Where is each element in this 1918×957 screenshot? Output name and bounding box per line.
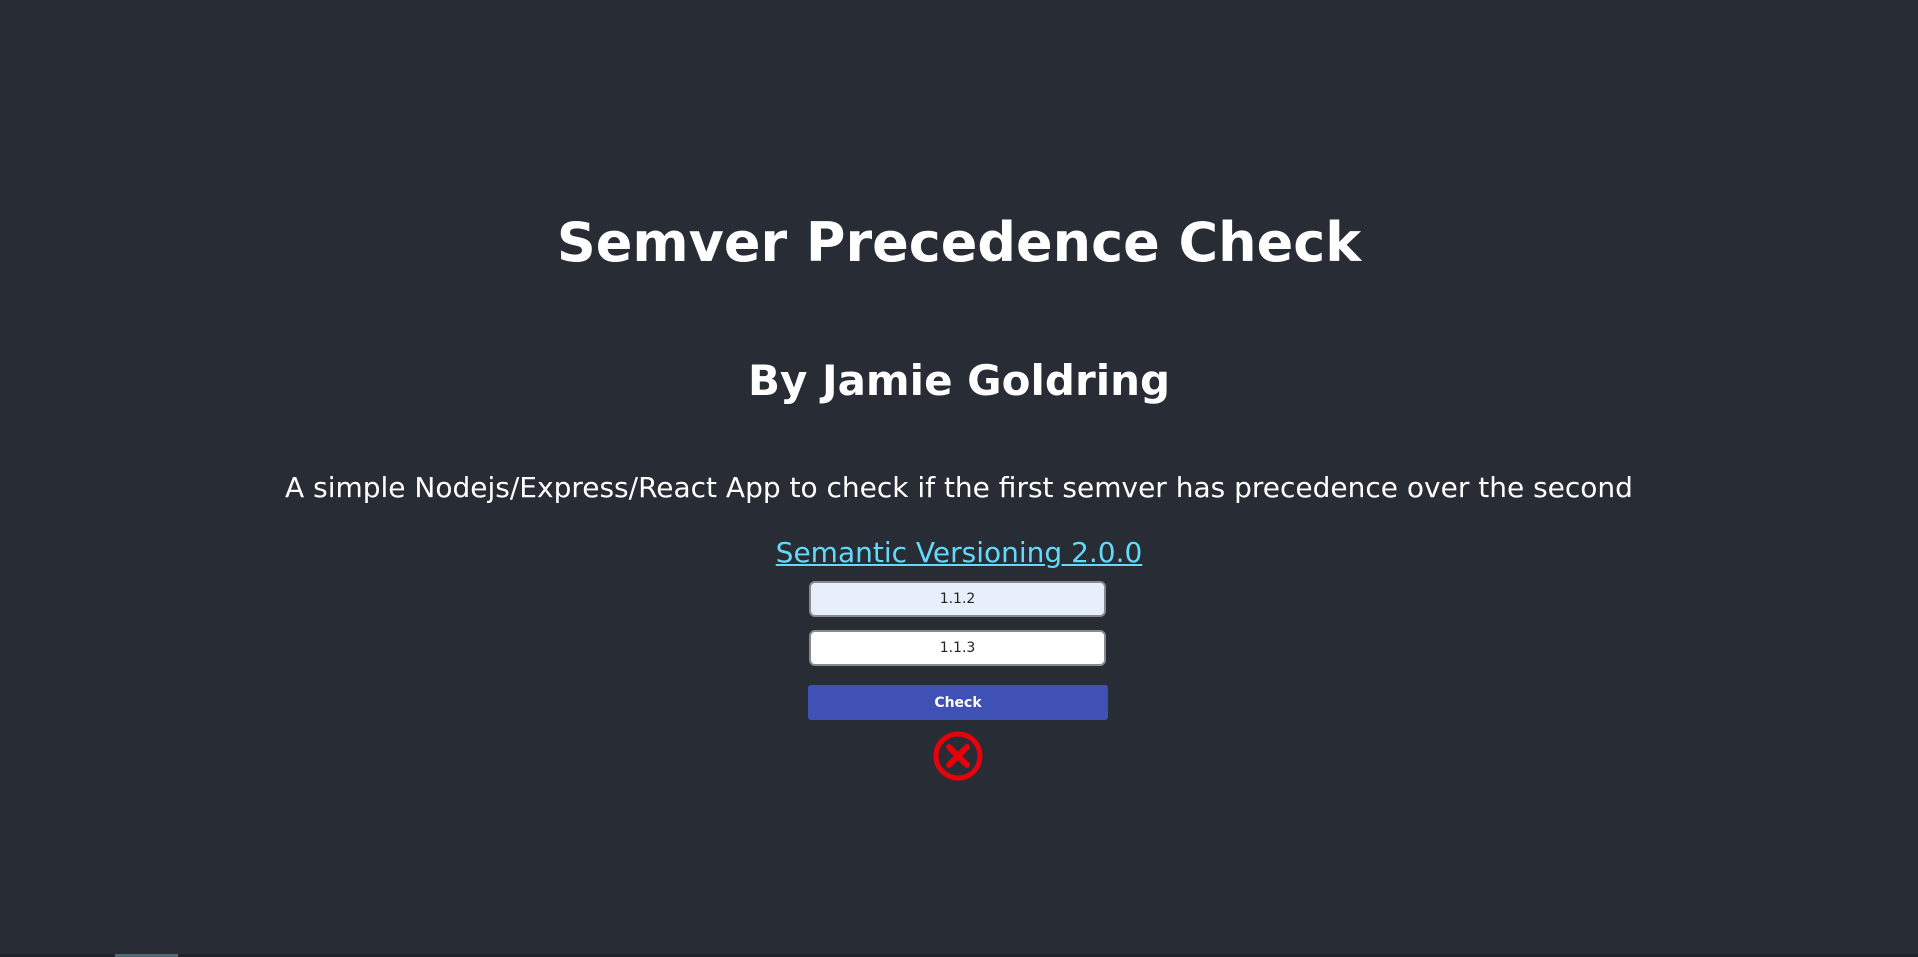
first-semver-input[interactable] <box>809 581 1106 617</box>
app-root: Semver Precedence Check By Jamie Goldrin… <box>0 0 1918 957</box>
semver-spec-link[interactable]: Semantic Versioning 2.0.0 <box>776 536 1143 569</box>
app-description: A simple Nodejs/Express/React App to che… <box>285 471 1633 504</box>
second-semver-input[interactable] <box>809 630 1106 666</box>
spec-link-container: Semantic Versioning 2.0.0 <box>0 535 1918 571</box>
author-heading: By Jamie Goldring <box>747 356 1171 405</box>
page-title: Semver Precedence Check <box>556 211 1362 274</box>
x-circle-icon <box>933 731 983 781</box>
check-button[interactable]: Check <box>808 685 1108 720</box>
